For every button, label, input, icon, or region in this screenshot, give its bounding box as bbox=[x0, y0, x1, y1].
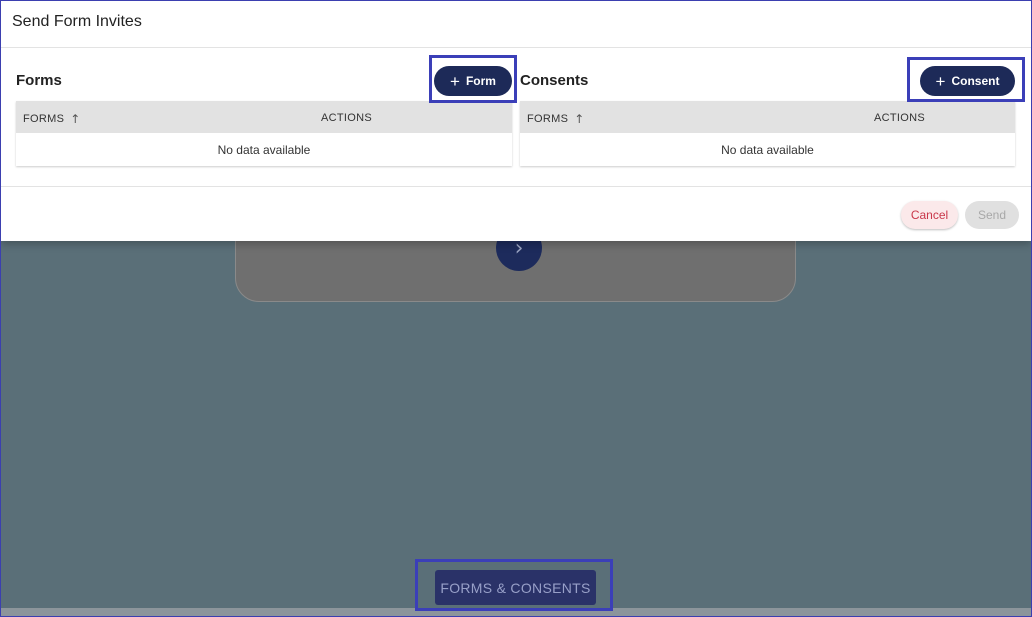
sort-arrow-up-icon: ↑ bbox=[70, 112, 81, 126]
send-form-invites-dialog: Send Form Invites Forms + Form FORMS ↑ A… bbox=[1, 1, 1031, 241]
send-button[interactable]: Send bbox=[965, 201, 1019, 229]
add-form-button[interactable]: + Form bbox=[434, 66, 512, 96]
plus-icon: + bbox=[450, 71, 460, 91]
add-consent-label: Consent bbox=[951, 74, 1000, 88]
actions-column-header: ACTIONS bbox=[321, 112, 372, 124]
consents-forms-column-header[interactable]: FORMS ↑ bbox=[527, 112, 585, 126]
sort-arrow-up-icon: ↑ bbox=[574, 112, 585, 126]
consents-table: FORMS ↑ ACTIONS No data available bbox=[520, 101, 1015, 166]
add-form-label: Form bbox=[465, 74, 496, 88]
cancel-button[interactable]: Cancel bbox=[901, 201, 958, 229]
forms-empty-row: No data available bbox=[16, 133, 512, 166]
forms-column-header[interactable]: FORMS ↑ bbox=[23, 112, 81, 126]
dialog-title: Send Form Invites bbox=[12, 13, 142, 30]
footer-divider bbox=[1, 186, 1031, 187]
consents-actions-column-header: ACTIONS bbox=[874, 112, 925, 124]
consents-empty-row: No data available bbox=[520, 133, 1015, 166]
plus-icon: + bbox=[935, 71, 946, 91]
forms-table-header: FORMS ↑ ACTIONS bbox=[16, 101, 512, 133]
forms-section-title: Forms bbox=[16, 72, 62, 89]
consents-table-header: FORMS ↑ ACTIONS bbox=[520, 101, 1015, 133]
add-consent-button[interactable]: + Consent bbox=[920, 66, 1015, 96]
forms-consents-button[interactable]: FORMS & CONSENTS bbox=[435, 570, 596, 605]
forms-table: FORMS ↑ ACTIONS No data available bbox=[16, 101, 512, 166]
bottom-strip bbox=[0, 608, 1032, 617]
consents-section-title: Consents bbox=[520, 72, 589, 89]
header-divider bbox=[1, 47, 1031, 48]
